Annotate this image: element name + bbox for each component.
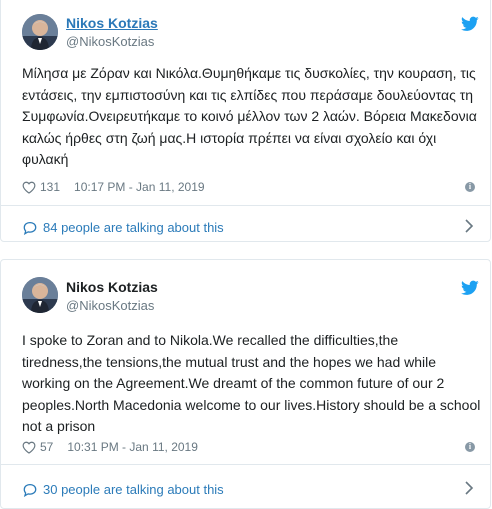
- divider: [1, 205, 490, 206]
- author-name[interactable]: Nikos Kotzias: [66, 15, 158, 31]
- heart-icon[interactable]: [22, 181, 36, 194]
- chevron-right-icon[interactable]: [464, 481, 474, 495]
- twitter-bird-icon[interactable]: [461, 16, 479, 32]
- talking-text: 30 people are talking about this: [43, 482, 224, 497]
- info-icon[interactable]: i: [465, 442, 475, 452]
- heart-icon[interactable]: [22, 441, 36, 454]
- tweet-text: I spoke to Zoran and to Nikola.We recall…: [22, 332, 481, 434]
- tweet-meta: 57 10:31 PM - Jan 11, 2019: [22, 440, 198, 454]
- chevron-right-icon[interactable]: [464, 219, 474, 233]
- tweet-card: Nikos Kotzias @NikosKotzias Μίλησα με Ζό…: [0, 0, 491, 242]
- talking-text: 84 people are talking about this: [43, 220, 224, 235]
- speech-bubble-icon: [23, 221, 37, 235]
- talking-link[interactable]: 30 people are talking about this: [22, 482, 224, 497]
- timestamp[interactable]: 10:17 PM - Jan 11, 2019: [74, 180, 205, 194]
- tweet-card: Nikos Kotzias @NikosKotzias I spoke to Z…: [0, 259, 491, 509]
- speech-bubble-icon: [23, 483, 37, 497]
- tweet-meta: 131 10:17 PM - Jan 11, 2019: [22, 180, 205, 194]
- like-count[interactable]: 57: [40, 440, 53, 454]
- twitter-bird-icon[interactable]: [461, 280, 479, 296]
- avatar[interactable]: [22, 14, 58, 50]
- info-icon[interactable]: i: [465, 182, 475, 192]
- divider: [1, 464, 490, 465]
- avatar[interactable]: [22, 277, 58, 313]
- author-name[interactable]: Nikos Kotzias: [66, 279, 158, 295]
- talking-link[interactable]: 84 people are talking about this: [22, 220, 224, 235]
- author-handle[interactable]: @NikosKotzias: [66, 34, 154, 49]
- like-count[interactable]: 131: [40, 180, 60, 194]
- author-handle[interactable]: @NikosKotzias: [66, 298, 154, 313]
- tweet-text: Μίλησα με Ζόραν και Νικόλα.Θυμηθήκαμε τι…: [22, 65, 477, 167]
- timestamp[interactable]: 10:31 PM - Jan 11, 2019: [67, 440, 198, 454]
